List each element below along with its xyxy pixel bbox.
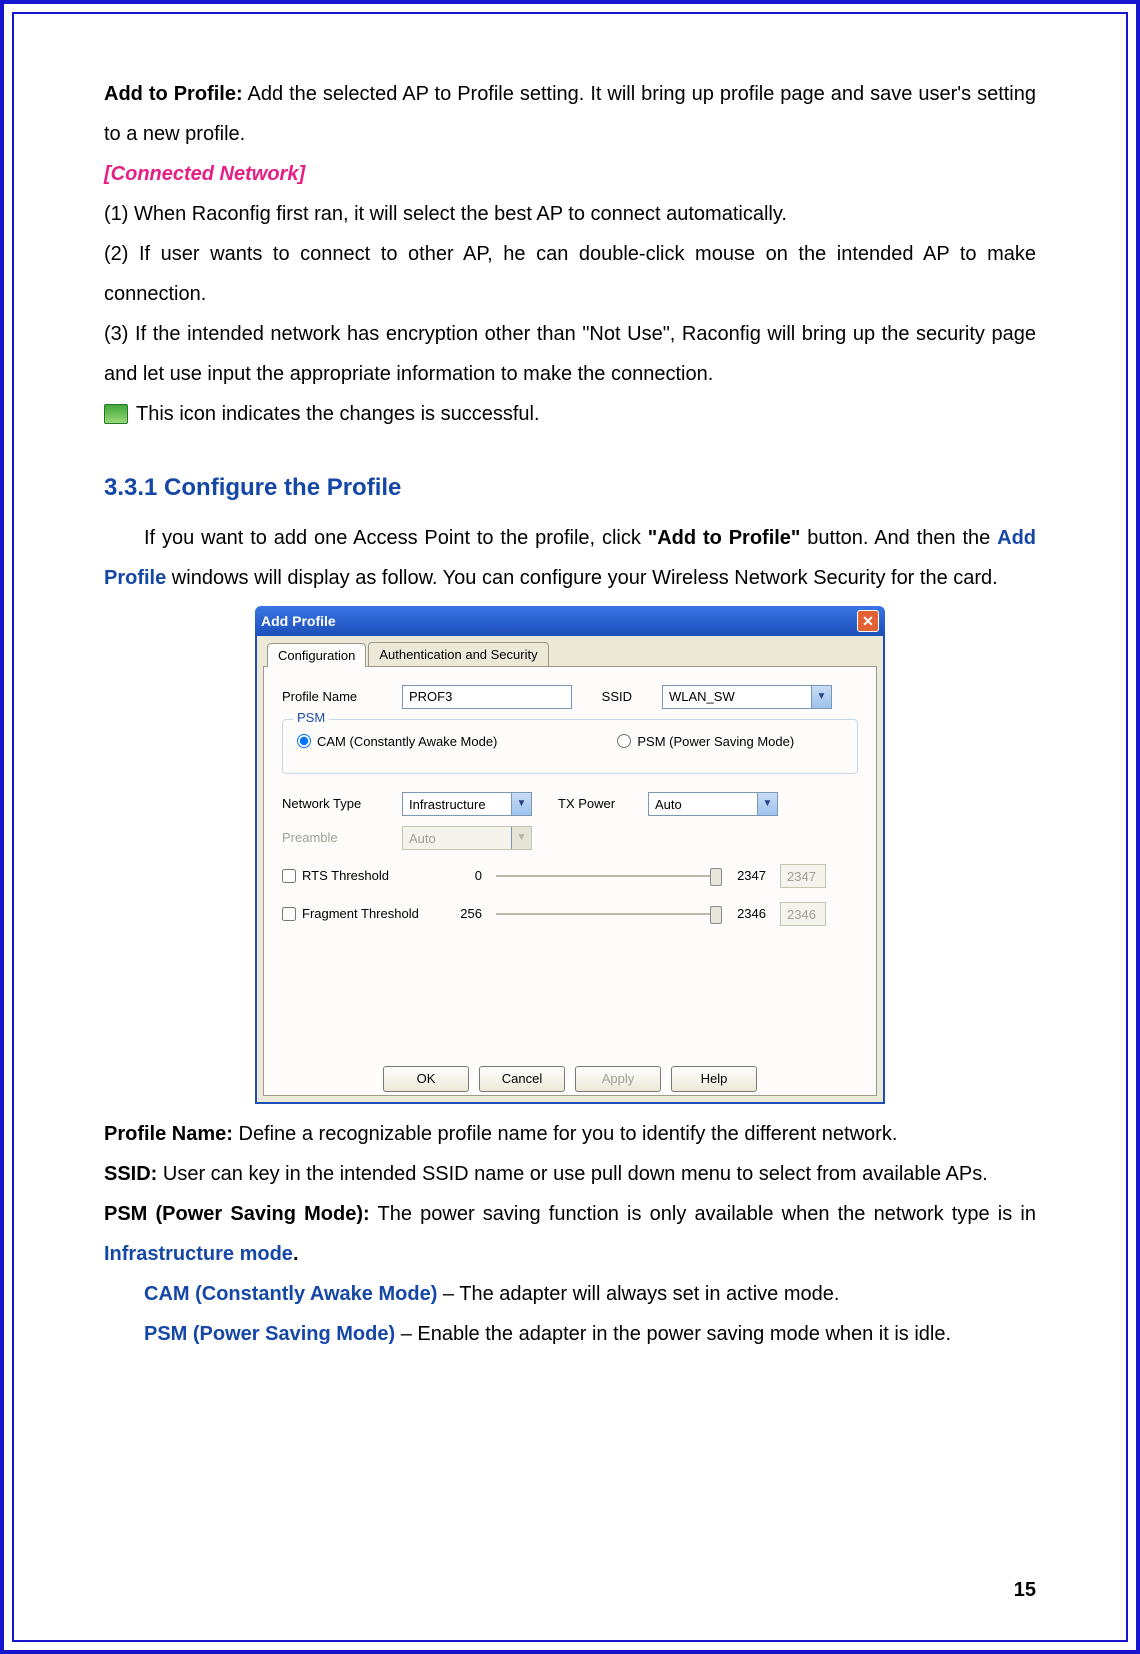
label: Profile Name: xyxy=(104,1123,233,1145)
text-cn2: (2) If user wants to connect to other AP… xyxy=(104,234,1036,314)
label: CAM (Constantly Awake Mode) xyxy=(144,1283,437,1305)
close-button[interactable]: ✕ xyxy=(857,610,879,632)
ssid-input[interactable] xyxy=(662,685,832,709)
text: – Enable the adapter in the power saving… xyxy=(395,1323,951,1345)
rts-min: 0 xyxy=(446,868,482,884)
slider-thumb[interactable] xyxy=(710,868,722,886)
text: Define a recognizable profile name for y… xyxy=(233,1123,897,1145)
t: button. And then the xyxy=(800,527,997,549)
radio-cam-input[interactable] xyxy=(297,734,311,748)
text: Add the selected AP to Profile setting. … xyxy=(104,83,1036,145)
t: windows will display as follow. You can … xyxy=(166,567,997,589)
psm-group-title: PSM xyxy=(293,710,329,726)
text: User can key in the intended SSID name o… xyxy=(157,1163,987,1185)
text-cn3: (3) If the intended network has encrypti… xyxy=(104,314,1036,394)
checkbox-rts[interactable]: RTS Threshold xyxy=(282,868,432,884)
radio-psm-label: PSM (Power Saving Mode) xyxy=(637,734,794,750)
psm-group: PSM CAM (Constantly Awake Mode) PSM (Pow… xyxy=(282,719,858,775)
text: . xyxy=(293,1243,299,1265)
label: PSM (Power Saving Mode) xyxy=(144,1323,395,1345)
checkbox-rts-label: RTS Threshold xyxy=(302,868,389,884)
frag-value xyxy=(780,902,826,926)
chevron-down-icon[interactable]: ▼ xyxy=(811,686,831,708)
label-profile-name: Profile Name xyxy=(282,689,392,705)
chevron-down-icon[interactable]: ▼ xyxy=(757,793,777,815)
slider-track xyxy=(496,875,716,877)
checkbox-fragment-label: Fragment Threshold xyxy=(302,906,419,922)
success-icon xyxy=(104,404,128,424)
profile-name-input[interactable] xyxy=(402,685,572,709)
apply-button: Apply xyxy=(575,1066,661,1092)
tab-configuration[interactable]: Configuration xyxy=(267,643,366,667)
frag-min: 256 xyxy=(446,906,482,922)
radio-psm-input[interactable] xyxy=(617,734,631,748)
text: The power saving function is only availa… xyxy=(370,1203,1036,1225)
dialog-body: Configuration Authentication and Securit… xyxy=(255,636,885,1104)
paragraph: Add to Profile: Add the selected AP to P… xyxy=(104,74,1036,154)
rts-slider[interactable] xyxy=(496,866,716,886)
tab-pane-configuration: Profile Name SSID ▼ PSM xyxy=(263,666,877,1096)
slider-track xyxy=(496,913,716,915)
checkbox-fragment-input[interactable] xyxy=(282,907,296,921)
checkbox-fragment[interactable]: Fragment Threshold xyxy=(282,906,432,922)
text: If you want to add one Access Point to t… xyxy=(104,518,1036,598)
icon-text: This icon indicates the changes is succe… xyxy=(136,394,540,434)
label: SSID: xyxy=(104,1163,157,1185)
cancel-button[interactable]: Cancel xyxy=(479,1066,565,1092)
desc-psm2: PSM (Power Saving Mode) – Enable the ada… xyxy=(104,1314,1036,1354)
preamble-combo: ▼ xyxy=(402,826,532,850)
label-preamble: Preamble xyxy=(282,830,392,846)
fragment-slider[interactable] xyxy=(496,904,716,924)
icon-line: This icon indicates the changes is succe… xyxy=(104,394,1036,434)
label-network-type: Network Type xyxy=(282,796,392,812)
t: "Add to Profile" xyxy=(648,527,801,549)
network-type-combo[interactable]: ▼ xyxy=(402,792,532,816)
slider-thumb[interactable] xyxy=(710,906,722,924)
t: If you want to add one Access Point to t… xyxy=(144,527,648,549)
text: Infrastructure mode xyxy=(104,1243,293,1265)
radio-cam-label: CAM (Constantly Awake Mode) xyxy=(317,734,497,750)
tab-auth-security[interactable]: Authentication and Security xyxy=(368,642,548,666)
heading-connected-network: [Connected Network] xyxy=(104,154,1036,194)
ssid-combo[interactable]: ▼ xyxy=(662,685,832,709)
help-button[interactable]: Help xyxy=(671,1066,757,1092)
button-bar: OK Cancel Apply Help xyxy=(257,1066,883,1092)
titlebar[interactable]: Add Profile ✕ xyxy=(255,606,885,636)
label-tx-power: TX Power xyxy=(558,796,638,812)
chevron-down-icon[interactable]: ▼ xyxy=(511,793,531,815)
text-cn1: (1) When Raconfig first ran, it will sel… xyxy=(104,194,1036,234)
desc-psm: PSM (Power Saving Mode): The power savin… xyxy=(104,1194,1036,1274)
label: PSM (Power Saving Mode): xyxy=(104,1203,370,1225)
desc-ssid: SSID: User can key in the intended SSID … xyxy=(104,1154,1036,1194)
add-profile-dialog: Add Profile ✕ Configuration Authenticati… xyxy=(255,606,885,1104)
desc-cam: CAM (Constantly Awake Mode) – The adapte… xyxy=(104,1274,1036,1314)
page-number: 15 xyxy=(1014,1570,1036,1610)
window-title: Add Profile xyxy=(261,613,336,630)
ok-button[interactable]: OK xyxy=(383,1066,469,1092)
radio-psm[interactable]: PSM (Power Saving Mode) xyxy=(617,734,794,750)
rts-max: 2347 xyxy=(730,868,766,884)
rts-value xyxy=(780,864,826,888)
chevron-down-icon: ▼ xyxy=(511,827,531,849)
label-add-to-profile: Add to Profile: xyxy=(104,83,243,105)
tx-power-combo[interactable]: ▼ xyxy=(648,792,778,816)
section-intro: If you want to add one Access Point to t… xyxy=(104,518,1036,598)
frag-max: 2346 xyxy=(730,906,766,922)
section-heading: 3.3.1 Configure the Profile xyxy=(104,464,1036,512)
label-ssid: SSID xyxy=(582,689,632,705)
text: – The adapter will always set in active … xyxy=(437,1283,839,1305)
desc-profile-name: Profile Name: Define a recognizable prof… xyxy=(104,1114,1036,1154)
radio-cam[interactable]: CAM (Constantly Awake Mode) xyxy=(297,734,497,750)
checkbox-rts-input[interactable] xyxy=(282,869,296,883)
close-icon: ✕ xyxy=(862,613,874,630)
